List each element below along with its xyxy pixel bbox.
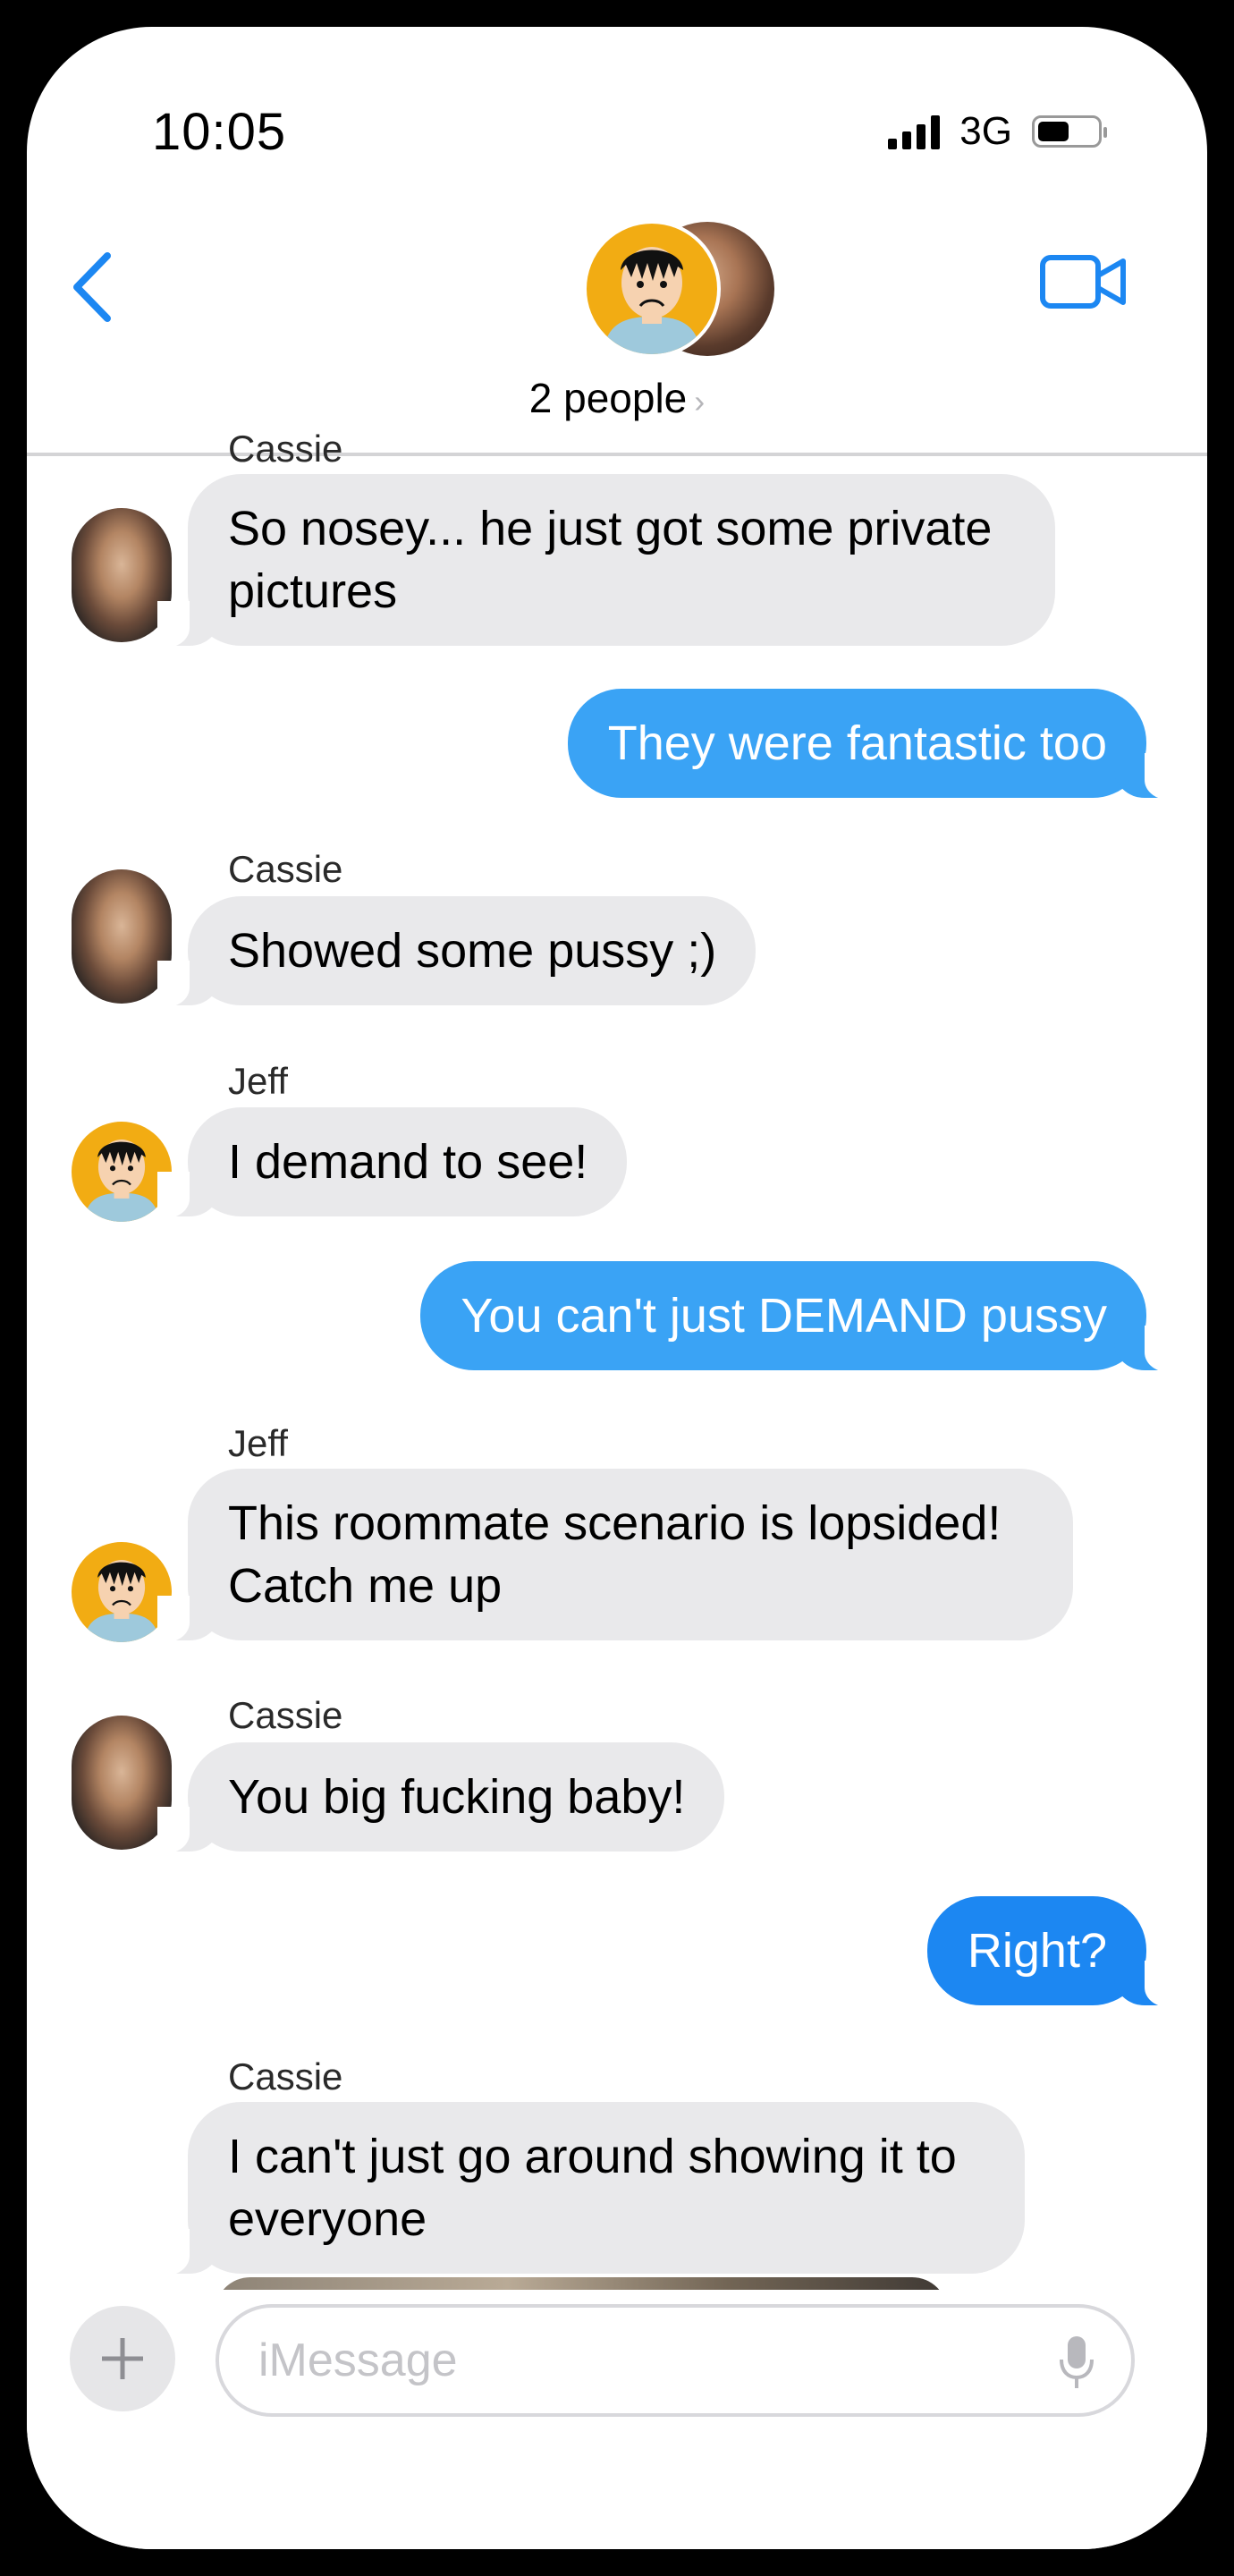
phone-frame: 10:05 3G 2 people › Cassie So nosey... h… — [0, 0, 1234, 2576]
group-avatars[interactable] — [583, 220, 774, 363]
sender-name: Cassie — [228, 848, 343, 890]
conversation-header: 2 people › — [27, 188, 1207, 456]
message-bubble-incoming[interactable]: Showed some pussy ;) — [156, 896, 756, 1007]
status-time: 10:05 — [152, 103, 287, 161]
status-indicators: 3G — [888, 109, 1107, 154]
message-bubble-outgoing[interactable]: Right? — [926, 1896, 1178, 2007]
message-bubble-incoming[interactable]: This roommate scenario is lopsided! Catc… — [157, 1469, 1073, 1642]
apps-plus-button[interactable] — [70, 2306, 175, 2411]
sender-name: Jeff — [228, 1060, 288, 1102]
avatar-jeff — [583, 220, 721, 358]
message-bubble-incoming[interactable]: I demand to see! — [156, 1107, 628, 1218]
group-label[interactable]: 2 people › — [27, 374, 1207, 422]
message-bubble-incoming[interactable]: So nosey... he just got some private pic… — [157, 474, 1055, 648]
sender-name: Cassie — [228, 2055, 343, 2097]
message-bubble-outgoing[interactable]: You can't just DEMAND pussy — [420, 1261, 1177, 1372]
screen: 10:05 3G 2 people › Cassie So nosey... h… — [27, 27, 1207, 2549]
message-input[interactable] — [216, 2304, 1135, 2417]
video-call-button[interactable] — [1039, 250, 1128, 313]
video-camera-icon — [1040, 255, 1126, 309]
back-button[interactable] — [66, 247, 120, 327]
battery-icon — [1032, 115, 1107, 148]
chevron-left-icon — [73, 252, 111, 322]
cartoon-face-icon — [603, 247, 701, 354]
sender-name: Cassie — [228, 428, 343, 470]
sender-name: Cassie — [228, 1694, 343, 1736]
cellular-signal-icon — [888, 114, 941, 149]
message-bubble-incoming[interactable]: I can't just go around showing it to eve… — [157, 2102, 1025, 2275]
microphone-icon — [1060, 2336, 1094, 2388]
group-label-text: 2 people — [528, 375, 688, 421]
message-bubble-incoming[interactable]: You big fucking baby! — [156, 1742, 725, 1853]
sender-name: Jeff — [228, 1422, 288, 1464]
message-bubble-outgoing[interactable]: They were fantastic too — [567, 689, 1178, 800]
dictation-button[interactable] — [1057, 2334, 1096, 2392]
network-type: 3G — [959, 109, 1012, 153]
chevron-right-icon: › — [694, 383, 706, 419]
